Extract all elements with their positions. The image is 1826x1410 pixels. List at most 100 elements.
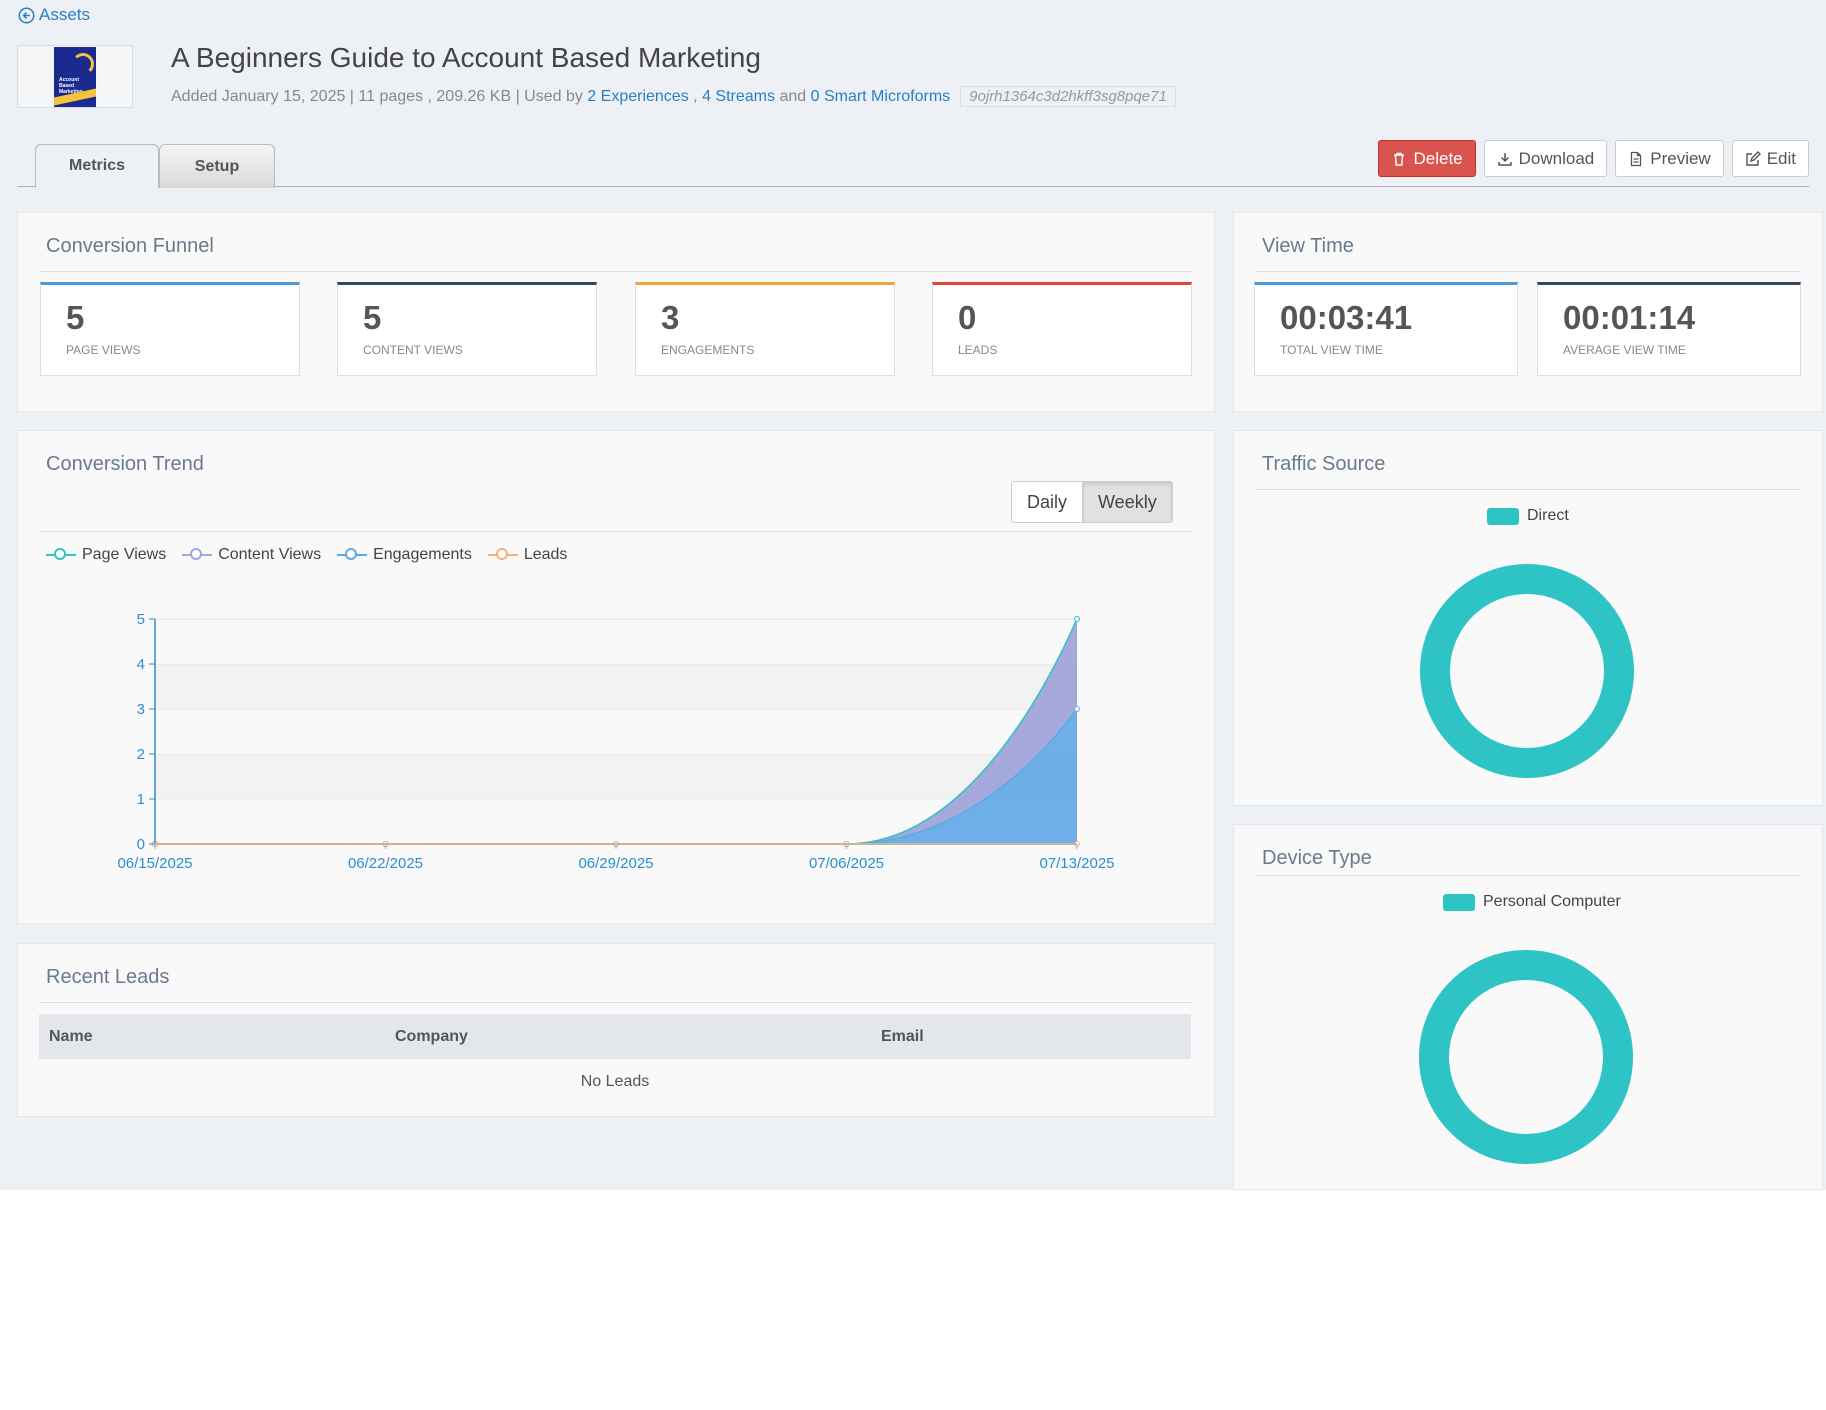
grid-band bbox=[155, 754, 1077, 799]
chart-legend: Page Views Content Views Engagements Lea… bbox=[46, 546, 567, 564]
y-tick-label: 2 bbox=[137, 746, 145, 763]
divider bbox=[40, 1002, 1192, 1003]
preview-label: Preview bbox=[1650, 148, 1711, 168]
column-company[interactable]: Company bbox=[385, 1014, 871, 1059]
donut-slice-direct[interactable] bbox=[1420, 564, 1634, 778]
edit-button[interactable]: Edit bbox=[1731, 140, 1809, 177]
streams-link[interactable]: 4 Streams bbox=[702, 88, 775, 106]
asset-actions: Delete Download Preview Edit bbox=[1378, 140, 1809, 177]
data-point bbox=[1074, 616, 1080, 622]
tab-metrics[interactable]: Metrics bbox=[35, 144, 159, 188]
legend-swatch bbox=[1443, 893, 1475, 911]
weekly-button[interactable]: Weekly bbox=[1082, 482, 1172, 522]
stat-leads: 0 LEADS bbox=[932, 282, 1192, 376]
view-time-title: View Time bbox=[1262, 235, 1354, 257]
daily-button[interactable]: Daily bbox=[1012, 482, 1083, 522]
y-tick-label: 5 bbox=[137, 611, 145, 628]
y-tick-label: 1 bbox=[137, 791, 145, 808]
delete-label: Delete bbox=[1413, 148, 1463, 168]
edit-label: Edit bbox=[1766, 148, 1796, 168]
grid-band bbox=[155, 664, 1077, 709]
stat-value: 5 bbox=[66, 299, 85, 336]
stat-label: PAGE VIEWS bbox=[66, 343, 141, 357]
x-tick-label: 07/13/2025 bbox=[1039, 855, 1114, 872]
divider bbox=[40, 531, 1192, 532]
conversion-funnel-title: Conversion Funnel bbox=[46, 235, 214, 257]
y-tick-label: 0 bbox=[137, 836, 145, 853]
meta-prefix: Added January 15, 2025 | 11 pages , 209.… bbox=[171, 87, 583, 105]
empty-state: No Leads bbox=[580, 1072, 650, 1090]
stat-label: TOTAL VIEW TIME bbox=[1280, 343, 1383, 357]
legend-label: Engagements bbox=[373, 546, 472, 563]
preview-button[interactable]: Preview bbox=[1615, 140, 1724, 177]
asset-meta: Added January 15, 2025 | 11 pages , 209.… bbox=[171, 86, 1176, 107]
trash-icon bbox=[1394, 152, 1405, 166]
data-point bbox=[1074, 706, 1080, 712]
stat-value: 00:03:41 bbox=[1280, 299, 1413, 336]
meta-and: and bbox=[779, 87, 807, 105]
stat-label: CONTENT VIEWS bbox=[363, 343, 463, 357]
device-type-title: Device Type bbox=[1262, 847, 1372, 869]
grid-band bbox=[155, 619, 1077, 664]
x-tick-label: 06/15/2025 bbox=[117, 855, 192, 872]
leads-table: Name Company Email No Leads bbox=[39, 1014, 1191, 1104]
period-toggle: Daily Weekly bbox=[1011, 481, 1173, 523]
divider bbox=[40, 271, 1192, 272]
meta-comma: , bbox=[693, 87, 698, 105]
tab-setup[interactable]: Setup bbox=[159, 144, 275, 188]
stat-label: ENGAGEMENTS bbox=[661, 343, 755, 357]
legend-label: Leads bbox=[523, 546, 568, 563]
legend-content-views[interactable]: Content Views bbox=[182, 546, 321, 564]
stat-label: LEADS bbox=[958, 343, 998, 357]
stat-page-views: 5 PAGE VIEWS bbox=[40, 282, 300, 376]
stat-value: 0 bbox=[958, 299, 977, 336]
stat-engagements: 3 ENGAGEMENTS bbox=[635, 282, 895, 376]
stat-total-view-time: 00:03:41 TOTAL VIEW TIME bbox=[1254, 282, 1518, 376]
conversion-trend-chart: 0 1 2 3 4 5 06/15/2025 06/22/2025 06/29/2025 07/0… bbox=[117, 611, 1114, 872]
back-to-assets-link[interactable]: Assets bbox=[18, 5, 90, 25]
column-email[interactable]: Email bbox=[871, 1014, 1191, 1059]
stat-label: AVERAGE VIEW TIME bbox=[1563, 343, 1686, 357]
delete-button[interactable]: Delete bbox=[1378, 140, 1476, 177]
asset-thumbnail: Account Based Marketing bbox=[17, 45, 133, 108]
legend-label: Page Views bbox=[82, 546, 167, 563]
column-name[interactable]: Name bbox=[39, 1014, 385, 1059]
x-tick-label: 06/29/2025 bbox=[578, 855, 653, 872]
device-legend-label: Personal Computer bbox=[1483, 893, 1621, 910]
legend-leads[interactable]: Leads bbox=[487, 546, 568, 564]
stat-content-views: 5 CONTENT VIEWS bbox=[337, 282, 597, 376]
back-label[interactable]: Assets bbox=[39, 5, 90, 25]
download-button[interactable]: Download bbox=[1483, 140, 1608, 177]
x-tick-label: 07/06/2025 bbox=[809, 855, 884, 872]
edit-icon bbox=[1746, 150, 1761, 166]
conversion-trend-title: Conversion Trend bbox=[46, 453, 204, 475]
y-tick-label: 3 bbox=[137, 701, 145, 718]
microforms-link[interactable]: 0 Smart Microforms bbox=[811, 88, 951, 106]
traffic-source-title: Traffic Source bbox=[1262, 453, 1386, 475]
grid-band bbox=[155, 709, 1077, 754]
experiences-link[interactable]: 2 Experiences bbox=[587, 88, 688, 106]
arrow-circle-left-icon bbox=[18, 7, 35, 23]
asset-title: A Beginners Guide to Account Based Marke… bbox=[171, 42, 761, 73]
x-tick-label: 06/22/2025 bbox=[348, 855, 423, 872]
stat-value: 3 bbox=[661, 299, 680, 336]
legend-swatch bbox=[1487, 507, 1519, 525]
donut-slice-personal-computer[interactable] bbox=[1419, 950, 1633, 1164]
device-legend[interactable]: Personal Computer bbox=[1443, 893, 1621, 911]
divider bbox=[1256, 271, 1800, 272]
divider bbox=[1256, 875, 1800, 876]
legend-page-views[interactable]: Page Views bbox=[46, 546, 166, 564]
legend-engagements[interactable]: Engagements bbox=[337, 546, 472, 564]
document-icon bbox=[1631, 151, 1642, 166]
legend-label: Content Views bbox=[218, 546, 322, 563]
traffic-legend[interactable]: Direct bbox=[1487, 507, 1569, 525]
traffic-legend-label: Direct bbox=[1527, 507, 1569, 524]
stat-average-view-time: 00:01:14 AVERAGE VIEW TIME bbox=[1537, 282, 1801, 376]
traffic-source-donut bbox=[1420, 564, 1634, 778]
divider bbox=[1256, 489, 1800, 490]
table-header-row: Name Company Email bbox=[39, 1014, 1191, 1059]
stat-value: 5 bbox=[363, 299, 382, 336]
table-row: No Leads bbox=[39, 1059, 1191, 1104]
recent-leads-title: Recent Leads bbox=[46, 966, 170, 988]
stat-value: 00:01:14 bbox=[1563, 299, 1696, 336]
